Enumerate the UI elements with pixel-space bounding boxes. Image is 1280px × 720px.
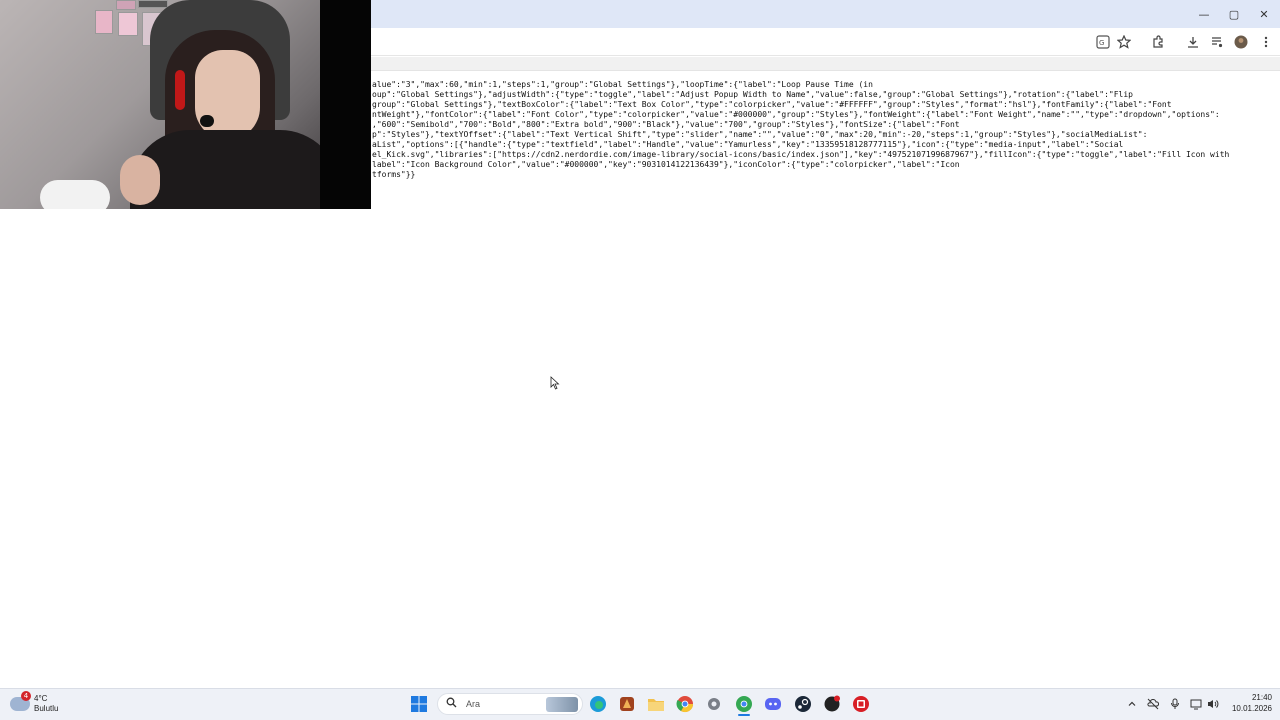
start-button[interactable] <box>408 694 430 714</box>
chevron-up-icon[interactable] <box>1125 697 1139 711</box>
json-line: ,"600":"Semibold","700":"Bold","800":"Ex… <box>372 120 960 129</box>
file-explorer-icon[interactable] <box>645 694 667 714</box>
svg-text:G: G <box>1099 39 1104 47</box>
taskbar-clock[interactable]: 21:40 10.01.2026 <box>1222 692 1272 714</box>
json-raw-content: alue":"3","max":60,"min":1,"steps":1,"gr… <box>372 80 1272 180</box>
app-icon[interactable] <box>616 694 638 714</box>
wall-poster <box>118 12 138 36</box>
active-app-indicator <box>738 714 750 716</box>
clock-time: 21:40 <box>1251 693 1272 702</box>
microphone-icon[interactable] <box>1168 697 1182 711</box>
chrome-icon[interactable] <box>674 694 696 714</box>
close-button[interactable]: ✕ <box>1248 0 1280 28</box>
network-offline-icon[interactable] <box>1146 697 1160 711</box>
search-icon <box>446 697 460 711</box>
download-icon[interactable] <box>1184 34 1202 50</box>
wall-poster <box>95 10 113 34</box>
webcam-overlay <box>0 0 371 209</box>
clock-date: 10.01.2026 <box>1231 704 1272 713</box>
chrome-active-icon[interactable] <box>733 694 755 714</box>
taskbar <box>0 688 1280 720</box>
edge-icon[interactable] <box>587 694 609 714</box>
translate-icon[interactable]: G <box>1094 34 1112 50</box>
json-line: aList","options":[{"handle":{"type":"tex… <box>372 140 1124 149</box>
cloud-icon: 4 <box>10 691 31 711</box>
json-line: alue":"3","max":60,"min":1,"steps":1,"gr… <box>372 80 873 89</box>
weather-condition: Bulutlu <box>34 704 59 713</box>
json-line: el_Kick.svg","libraries":["https://cdn2.… <box>372 150 1230 159</box>
json-line: p":"Styles"},"textYOffset":{"label":"Tex… <box>372 130 1148 139</box>
json-line: tforms"}} <box>372 170 416 179</box>
taskbar-search[interactable]: Ara <box>437 693 583 715</box>
webcam-dark-edge <box>320 0 371 209</box>
mouse-cursor-icon <box>550 376 560 390</box>
settings-gear-icon[interactable] <box>703 694 725 714</box>
app-icon[interactable] <box>821 694 843 714</box>
headset <box>175 70 185 110</box>
maximize-button[interactable]: ▢ <box>1218 0 1250 28</box>
microphone <box>200 115 214 127</box>
more-menu-icon[interactable] <box>1257 34 1275 50</box>
steam-icon[interactable] <box>792 694 814 714</box>
json-line: group":"Global Settings"},"textBoxColor"… <box>372 100 1172 109</box>
weather-widget[interactable]: 4 4°C Bulutlu <box>10 691 59 716</box>
search-highlight-image <box>546 697 578 712</box>
volume-icon[interactable] <box>1206 697 1220 711</box>
discord-icon[interactable] <box>762 694 784 714</box>
extensions-icon[interactable] <box>1149 34 1167 50</box>
json-line: oup":"Global Settings"},"adjustWidth":{"… <box>372 90 1133 99</box>
wall-poster <box>116 0 136 10</box>
weather-temp: 4°C <box>34 694 48 703</box>
streamer-hand <box>120 155 160 205</box>
profile-avatar[interactable] <box>1232 34 1250 50</box>
json-line: ntWeight"},"fontColor":{"label":"Font Co… <box>372 110 1220 119</box>
weather-badge: 4 <box>21 691 31 701</box>
display-icon[interactable] <box>1189 697 1203 711</box>
bookmark-star-icon[interactable] <box>1115 34 1133 50</box>
search-label: Ara <box>466 699 481 709</box>
streamer-body <box>130 130 340 209</box>
media-control-icon[interactable] <box>1208 34 1226 50</box>
minimize-button[interactable]: — <box>1188 0 1220 28</box>
app-icon[interactable] <box>850 694 872 714</box>
pillow <box>40 180 110 209</box>
wall-poster <box>138 0 168 8</box>
json-line: label":"Icon Background Color","value":"… <box>372 160 960 169</box>
